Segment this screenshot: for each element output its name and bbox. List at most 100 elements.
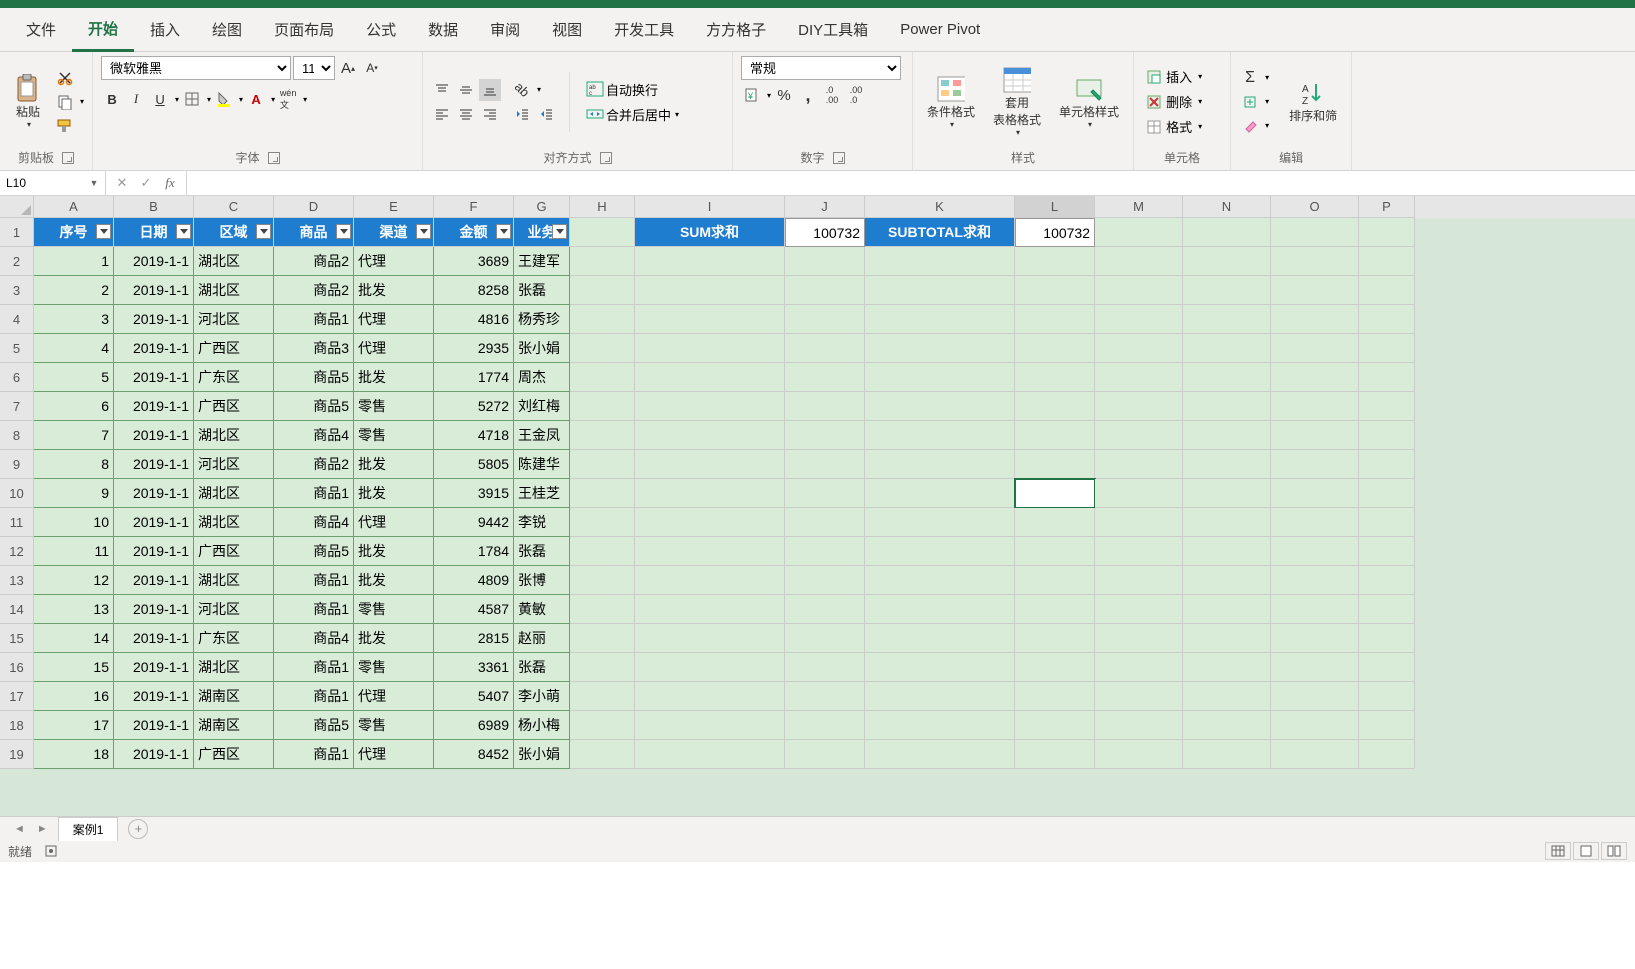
- column-header-F[interactable]: F: [434, 196, 514, 218]
- cell-C9[interactable]: 河北区: [194, 450, 274, 479]
- menu-tab-DIY工具箱[interactable]: DIY工具箱: [782, 9, 884, 50]
- decrease-indent-button[interactable]: [511, 103, 533, 125]
- cell-E17[interactable]: 代理: [354, 682, 434, 711]
- format-as-table-button[interactable]: 套用 表格格式▾: [987, 64, 1047, 139]
- format-cells-button[interactable]: 格式▾: [1142, 115, 1222, 138]
- cell-F13[interactable]: 4809: [434, 566, 514, 595]
- cell-A7[interactable]: 6: [34, 392, 114, 421]
- pagebreak-view-button[interactable]: [1601, 842, 1627, 860]
- cell-J8[interactable]: [785, 421, 865, 450]
- cell-M4[interactable]: [1095, 305, 1183, 334]
- cell-N6[interactable]: [1183, 363, 1271, 392]
- cell-B4[interactable]: 2019-1-1: [114, 305, 194, 334]
- cell-N14[interactable]: [1183, 595, 1271, 624]
- cell-I13[interactable]: [635, 566, 785, 595]
- cell-P18[interactable]: [1359, 711, 1415, 740]
- chevron-down-icon[interactable]: ▼: [84, 178, 104, 188]
- cell-I1[interactable]: SUM求和: [635, 218, 785, 247]
- cell-B14[interactable]: 2019-1-1: [114, 595, 194, 624]
- cell-G17[interactable]: 李小萌: [514, 682, 570, 711]
- cell-I14[interactable]: [635, 595, 785, 624]
- cell-H17[interactable]: [570, 682, 635, 711]
- cell-O9[interactable]: [1271, 450, 1359, 479]
- cell-H15[interactable]: [570, 624, 635, 653]
- align-left-button[interactable]: [431, 103, 453, 125]
- cell-P19[interactable]: [1359, 740, 1415, 769]
- paste-button[interactable]: 粘贴 ▾: [8, 73, 48, 131]
- cell-C11[interactable]: 湖北区: [194, 508, 274, 537]
- cell-I6[interactable]: [635, 363, 785, 392]
- cell-I8[interactable]: [635, 421, 785, 450]
- cell-H12[interactable]: [570, 537, 635, 566]
- cell-A9[interactable]: 8: [34, 450, 114, 479]
- column-header-H[interactable]: H: [570, 196, 635, 218]
- name-box-input[interactable]: [0, 176, 84, 190]
- cell-N15[interactable]: [1183, 624, 1271, 653]
- cell-B3[interactable]: 2019-1-1: [114, 276, 194, 305]
- cell-D12[interactable]: 商品5: [274, 537, 354, 566]
- cell-C8[interactable]: 湖北区: [194, 421, 274, 450]
- cell-P11[interactable]: [1359, 508, 1415, 537]
- sheet-tab-active[interactable]: 案例1: [58, 817, 119, 841]
- cell-E4[interactable]: 代理: [354, 305, 434, 334]
- cell-F9[interactable]: 5805: [434, 450, 514, 479]
- column-header-K[interactable]: K: [865, 196, 1015, 218]
- cell-O3[interactable]: [1271, 276, 1359, 305]
- cell-G4[interactable]: 杨秀珍: [514, 305, 570, 334]
- cell-J17[interactable]: [785, 682, 865, 711]
- chevron-down-icon[interactable]: ▾: [271, 95, 275, 104]
- cell-H9[interactable]: [570, 450, 635, 479]
- cell-D19[interactable]: 商品1: [274, 740, 354, 769]
- dialog-launcher[interactable]: [600, 152, 612, 164]
- cell-I16[interactable]: [635, 653, 785, 682]
- cell-F6[interactable]: 1774: [434, 363, 514, 392]
- cell-J11[interactable]: [785, 508, 865, 537]
- cell-A1[interactable]: 序号: [34, 218, 114, 247]
- cell-I10[interactable]: [635, 479, 785, 508]
- menu-tab-开始[interactable]: 开始: [72, 8, 134, 52]
- cell-N12[interactable]: [1183, 537, 1271, 566]
- cell-C17[interactable]: 湖南区: [194, 682, 274, 711]
- cell-L10[interactable]: [1015, 479, 1095, 508]
- row-header[interactable]: 19: [0, 740, 34, 769]
- cell-K13[interactable]: [865, 566, 1015, 595]
- menu-tab-Power Pivot[interactable]: Power Pivot: [884, 11, 996, 48]
- cell-G14[interactable]: 黄敏: [514, 595, 570, 624]
- cell-M11[interactable]: [1095, 508, 1183, 537]
- cell-J1[interactable]: 100732: [785, 218, 865, 247]
- cell-L15[interactable]: [1015, 624, 1095, 653]
- cell-H7[interactable]: [570, 392, 635, 421]
- cell-A17[interactable]: 16: [34, 682, 114, 711]
- cell-B11[interactable]: 2019-1-1: [114, 508, 194, 537]
- font-name-select[interactable]: 微软雅黑: [101, 56, 291, 80]
- cell-L9[interactable]: [1015, 450, 1095, 479]
- phonetic-button[interactable]: wén文: [277, 88, 299, 110]
- column-header-L[interactable]: L: [1015, 196, 1095, 218]
- cell-N3[interactable]: [1183, 276, 1271, 305]
- cell-E15[interactable]: 批发: [354, 624, 434, 653]
- underline-button[interactable]: U: [149, 88, 171, 110]
- cell-C13[interactable]: 湖北区: [194, 566, 274, 595]
- dialog-launcher[interactable]: [268, 152, 280, 164]
- cell-B8[interactable]: 2019-1-1: [114, 421, 194, 450]
- column-header-A[interactable]: A: [34, 196, 114, 218]
- cell-L11[interactable]: [1015, 508, 1095, 537]
- cell-J14[interactable]: [785, 595, 865, 624]
- cell-D2[interactable]: 商品2: [274, 247, 354, 276]
- currency-button[interactable]: ¥: [741, 84, 763, 106]
- cell-D1[interactable]: 商品: [274, 218, 354, 247]
- cell-O7[interactable]: [1271, 392, 1359, 421]
- cell-J10[interactable]: [785, 479, 865, 508]
- cell-D17[interactable]: 商品1: [274, 682, 354, 711]
- cell-E6[interactable]: 批发: [354, 363, 434, 392]
- cell-H8[interactable]: [570, 421, 635, 450]
- cell-P7[interactable]: [1359, 392, 1415, 421]
- cell-C3[interactable]: 湖北区: [194, 276, 274, 305]
- cell-D16[interactable]: 商品1: [274, 653, 354, 682]
- chevron-down-icon[interactable]: ▾: [239, 95, 243, 104]
- cell-N13[interactable]: [1183, 566, 1271, 595]
- chevron-down-icon[interactable]: ▾: [537, 85, 541, 94]
- cell-G5[interactable]: 张小娟: [514, 334, 570, 363]
- cell-F2[interactable]: 3689: [434, 247, 514, 276]
- number-format-select[interactable]: 常规: [741, 56, 901, 80]
